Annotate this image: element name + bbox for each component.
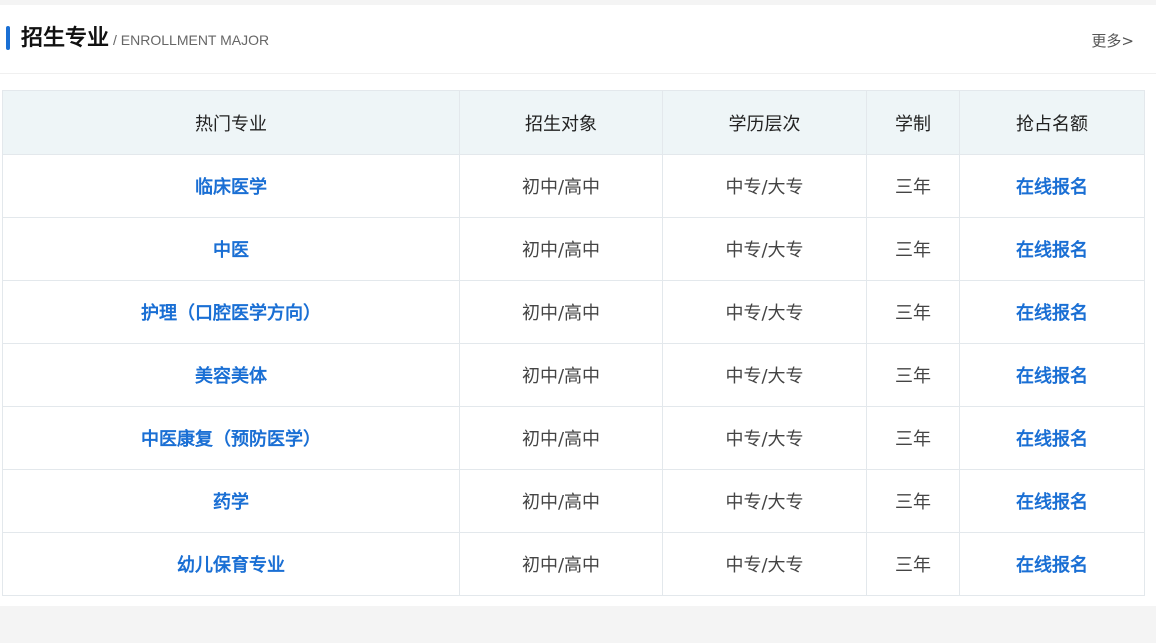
signup-link[interactable]: 在线报名	[959, 469, 1145, 533]
table-row: 美容美体 初中/高中 中专/大专 三年 在线报名	[2, 343, 1145, 407]
duration-cell: 三年	[866, 406, 960, 470]
duration-cell: 三年	[866, 217, 960, 281]
major-link[interactable]: 美容美体	[2, 343, 460, 407]
target-cell: 初中/高中	[459, 406, 663, 470]
enrollment-panel: 招生专业 / ENROLLMENT MAJOR 更多> 热门专业 招生对象 学历层…	[0, 5, 1156, 606]
level-cell: 中专/大专	[662, 280, 867, 344]
major-link[interactable]: 药学	[2, 469, 460, 533]
signup-link[interactable]: 在线报名	[959, 280, 1145, 344]
level-cell: 中专/大专	[662, 406, 867, 470]
duration-cell: 三年	[866, 532, 960, 596]
target-cell: 初中/高中	[459, 217, 663, 281]
major-link[interactable]: 幼儿保育专业	[2, 532, 460, 596]
section-title-text: 招生专业	[21, 26, 110, 51]
level-cell: 中专/大专	[662, 469, 867, 533]
section-header: 招生专业 / ENROLLMENT MAJOR 更多>	[0, 5, 1156, 74]
target-cell: 初中/高中	[459, 532, 663, 596]
target-cell: 初中/高中	[459, 343, 663, 407]
table-row: 药学 初中/高中 中专/大专 三年 在线报名	[2, 469, 1145, 533]
level-cell: 中专/大专	[662, 343, 867, 407]
signup-link[interactable]: 在线报名	[959, 154, 1145, 218]
signup-link[interactable]: 在线报名	[959, 532, 1145, 596]
duration-cell: 三年	[866, 280, 960, 344]
duration-cell: 三年	[866, 154, 960, 218]
section-subtitle: / ENROLLMENT MAJOR	[113, 32, 270, 48]
table-row: 中医 初中/高中 中专/大专 三年 在线报名	[2, 217, 1145, 281]
major-link[interactable]: 临床医学	[2, 154, 460, 218]
major-link[interactable]: 中医康复（预防医学）	[2, 406, 460, 470]
level-cell: 中专/大专	[662, 154, 867, 218]
major-link[interactable]: 护理（口腔医学方向）	[2, 280, 460, 344]
column-header-major: 热门专业	[2, 90, 460, 155]
table-row: 中医康复（预防医学） 初中/高中 中专/大专 三年 在线报名	[2, 406, 1145, 470]
table-row: 临床医学 初中/高中 中专/大专 三年 在线报名	[2, 154, 1145, 218]
target-cell: 初中/高中	[459, 469, 663, 533]
column-header-target: 招生对象	[459, 90, 663, 155]
table-row: 幼儿保育专业 初中/高中 中专/大专 三年 在线报名	[2, 532, 1145, 596]
table-row: 护理（口腔医学方向） 初中/高中 中专/大专 三年 在线报名	[2, 280, 1145, 344]
signup-link[interactable]: 在线报名	[959, 343, 1145, 407]
column-header-level: 学历层次	[662, 90, 867, 155]
majors-table: 热门专业 招生对象 学历层次 学制 抢占名额 临床医学 初中/高中 中专/大专 …	[2, 90, 1145, 596]
column-header-action: 抢占名额	[959, 90, 1145, 155]
duration-cell: 三年	[866, 343, 960, 407]
column-header-duration: 学制	[866, 90, 960, 155]
section-title: 招生专业 / ENROLLMENT MAJOR	[21, 25, 269, 54]
level-cell: 中专/大专	[662, 532, 867, 596]
target-cell: 初中/高中	[459, 154, 663, 218]
more-link[interactable]: 更多>	[1091, 30, 1134, 51]
target-cell: 初中/高中	[459, 280, 663, 344]
signup-link[interactable]: 在线报名	[959, 217, 1145, 281]
major-link[interactable]: 中医	[2, 217, 460, 281]
table-header-row: 热门专业 招生对象 学历层次 学制 抢占名额	[2, 90, 1145, 155]
signup-link[interactable]: 在线报名	[959, 406, 1145, 470]
level-cell: 中专/大专	[662, 217, 867, 281]
title-accent-bar	[6, 26, 10, 50]
duration-cell: 三年	[866, 469, 960, 533]
